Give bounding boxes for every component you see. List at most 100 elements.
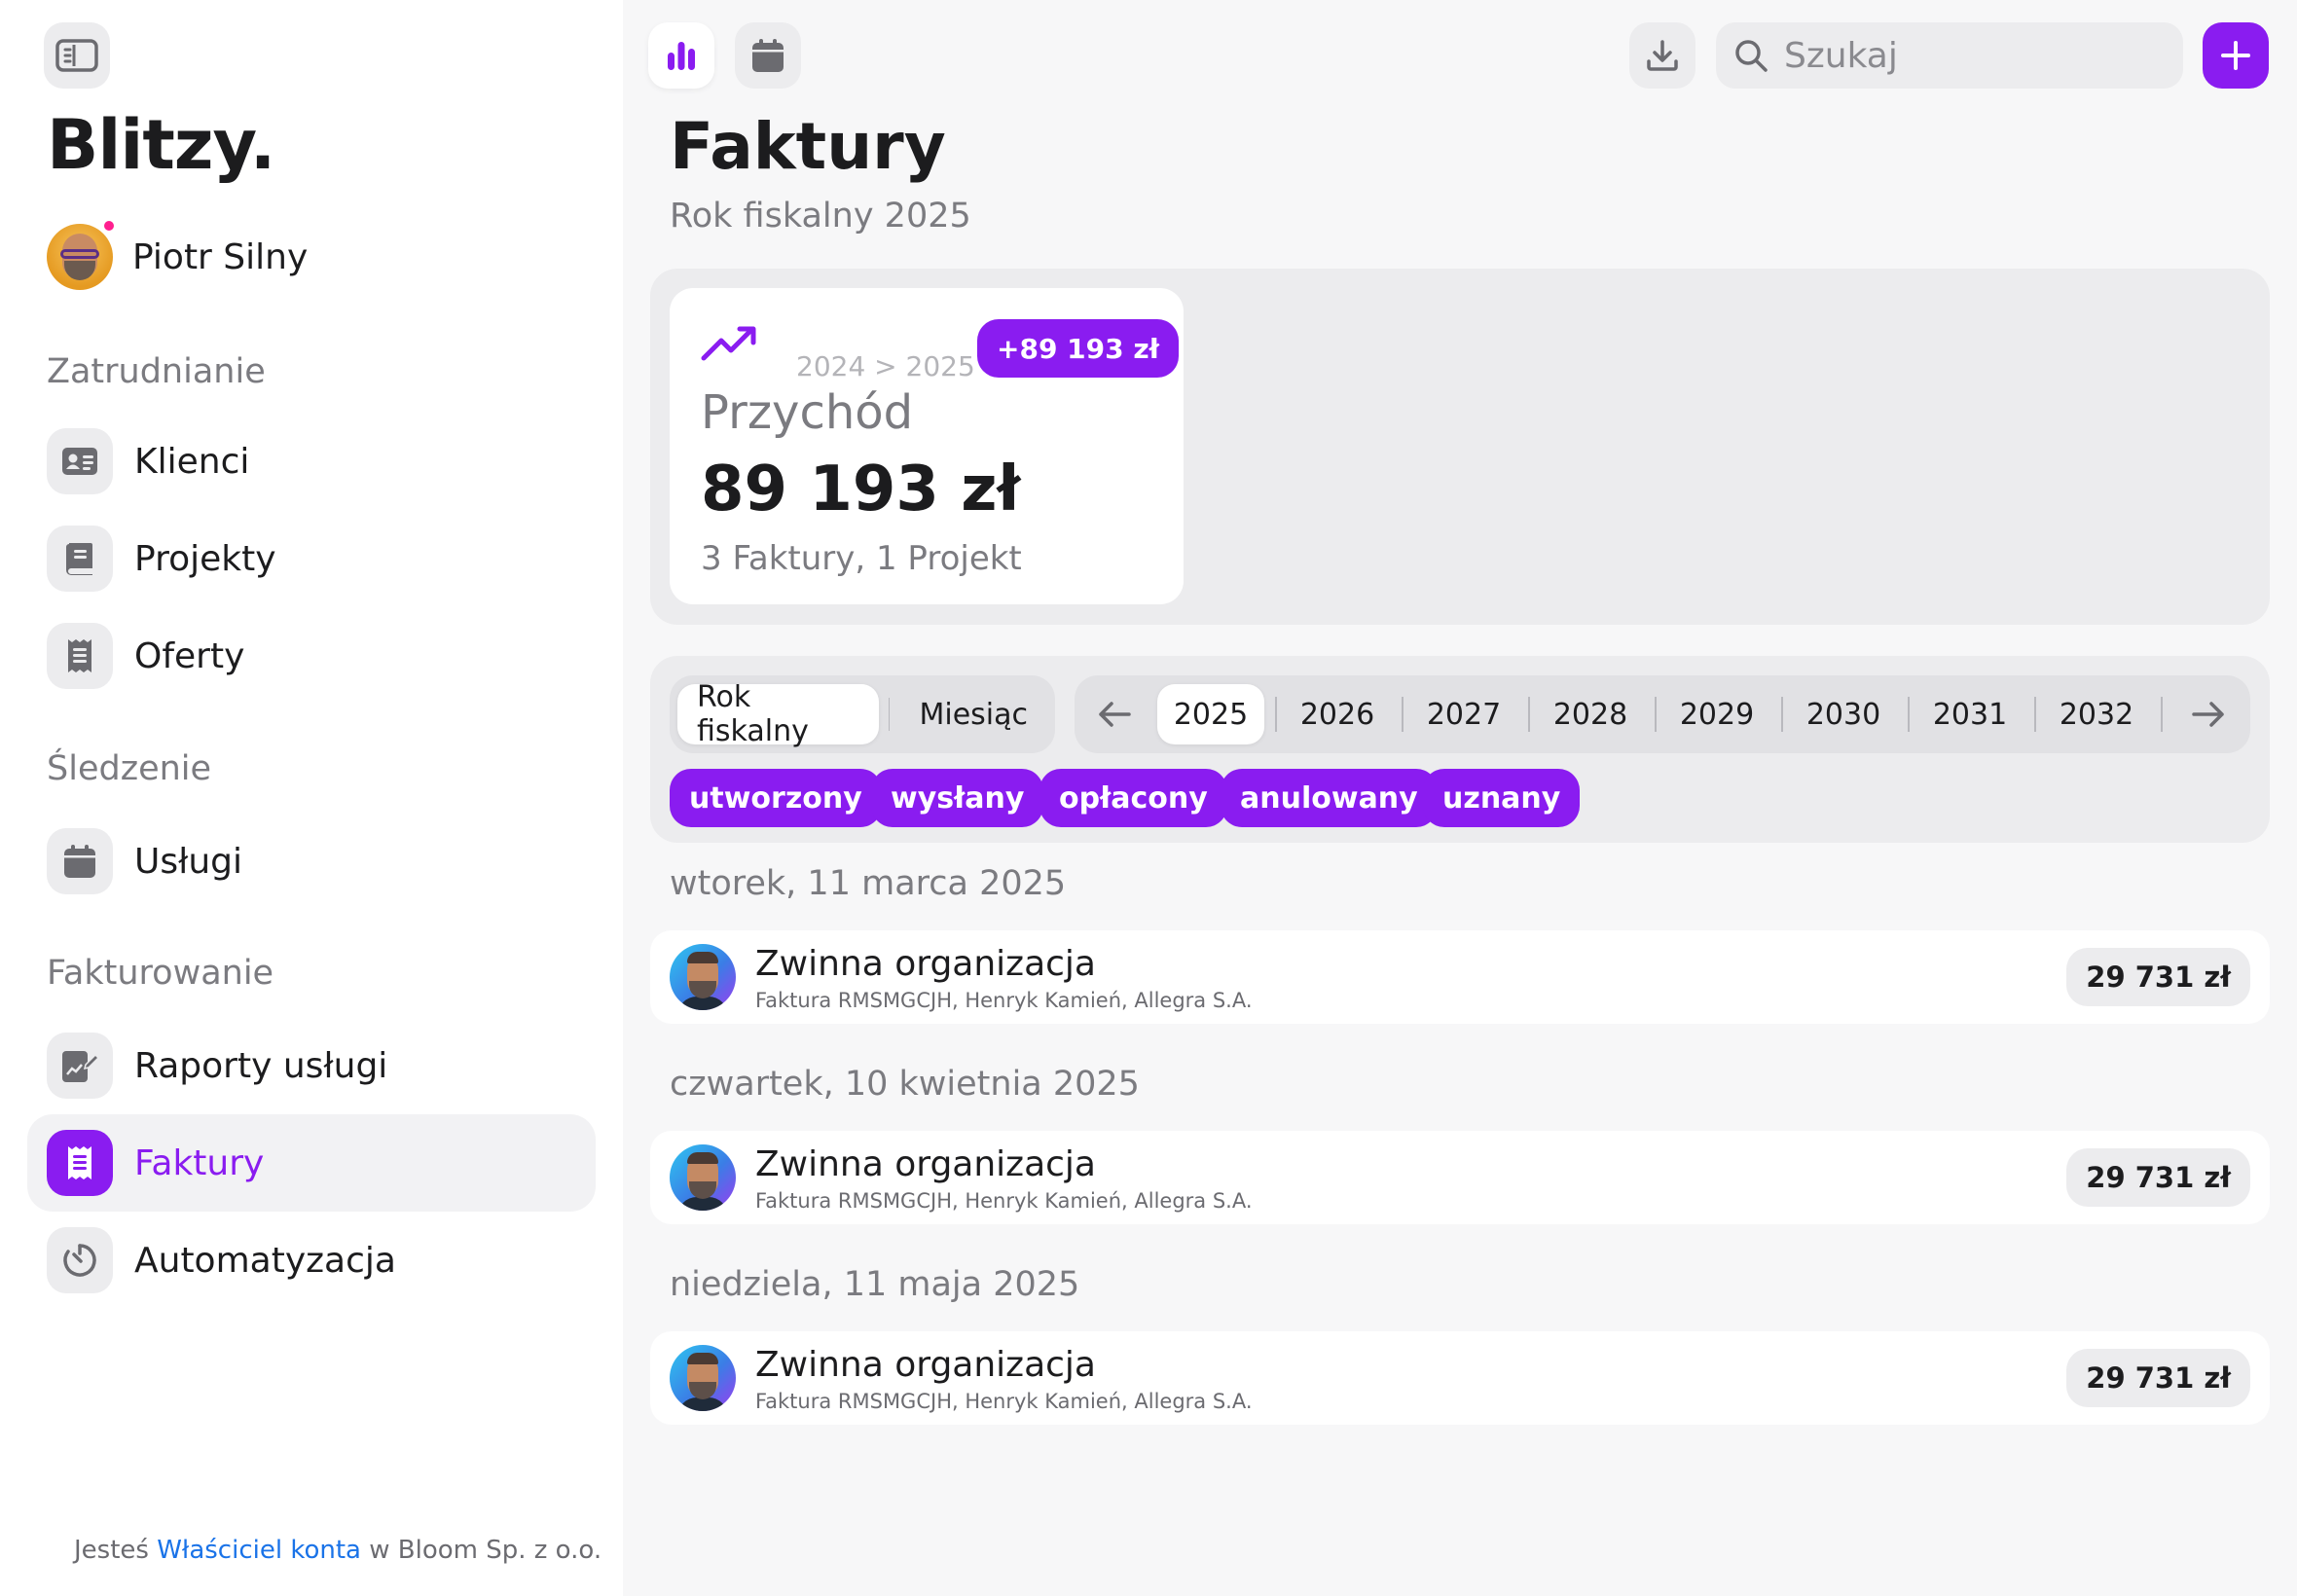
divider [1528, 697, 1530, 732]
status-chip-created[interactable]: utworzony [670, 769, 882, 827]
search-icon [1735, 40, 1768, 72]
receipt-icon [47, 1130, 113, 1196]
sidebar-item-label: Oferty [134, 635, 245, 676]
divider [1655, 697, 1657, 732]
invoice-details: Faktura RMSMGCJH, Henryk Kamień, Allegra… [755, 989, 1253, 1012]
status-chip-cancelled[interactable]: anulowany [1221, 769, 1438, 827]
arrow-right-icon [2192, 702, 2224, 727]
sidebar-item-label: Faktury [134, 1143, 265, 1183]
year-2031[interactable]: 2031 [1916, 684, 2024, 744]
divider [1908, 697, 1910, 732]
avatar [47, 218, 117, 290]
status-chip-accepted[interactable]: uznany [1423, 769, 1581, 827]
brand-logo: Blitzy. [47, 105, 275, 185]
stat-value: 89 193 zł [701, 453, 1021, 526]
section-label-hiring: Zatrudnianie [47, 352, 266, 391]
invoice-details: Faktura RMSMGCJH, Henryk Kamień, Allegra… [755, 1390, 1253, 1413]
notification-dot [101, 218, 117, 234]
sidebar-item-projects[interactable]: Projekty [27, 510, 596, 607]
sidebar-item-invoices[interactable]: Faktury [27, 1114, 596, 1212]
sidebar-item-clients[interactable]: Klienci [27, 413, 596, 510]
account-role-link[interactable]: Właściciel konta [157, 1536, 361, 1565]
stat-subtext: 3 Faktury, 1 Projekt [701, 539, 1022, 578]
invoice-row[interactable]: Zwinna organizacja Faktura RMSMGCJH, Hen… [650, 1331, 2270, 1425]
user-profile[interactable]: Piotr Silny [47, 218, 308, 290]
sidebar-item-label: Klienci [134, 441, 250, 482]
plus-icon [2221, 41, 2250, 70]
calendar-icon [752, 39, 784, 72]
stat-label: Przychód [701, 385, 914, 440]
report-edit-icon [47, 1033, 113, 1099]
divider [1402, 697, 1404, 732]
invoice-amount: 29 731 zł [2066, 1349, 2250, 1407]
date-heading: niedziela, 11 maja 2025 [670, 1265, 1080, 1304]
year-2026[interactable]: 2026 [1284, 684, 1391, 744]
divider [2034, 697, 2036, 732]
stat-change-badge: +89 193 zł [977, 319, 1180, 378]
sidebar-item-label: Usługi [134, 841, 243, 882]
avatar [670, 1345, 736, 1411]
page-subtitle: Rok fiskalny 2025 [670, 197, 971, 236]
date-heading: wtorek, 11 marca 2025 [670, 864, 1067, 903]
year-2025[interactable]: 2025 [1157, 684, 1264, 744]
sidebar-item-label: Raporty usługi [134, 1045, 388, 1086]
sidebar-item-service-reports[interactable]: Raporty usługi [27, 1017, 596, 1114]
download-button[interactable] [1629, 22, 1695, 89]
year-2028[interactable]: 2028 [1537, 684, 1644, 744]
search-box[interactable] [1716, 22, 2183, 89]
avatar [670, 944, 736, 1010]
tab-fiscal-year[interactable]: Rok fiskalny [677, 680, 879, 748]
sidebar-item-automation[interactable]: Automatyzacja [27, 1212, 596, 1309]
page-title: Faktury [670, 109, 946, 184]
divider [1275, 697, 1277, 732]
divider [1781, 697, 1783, 732]
arrow-left-icon [1099, 702, 1131, 727]
revenue-card[interactable]: 2024 > 2025 +89 193 zł Przychód 89 193 z… [670, 288, 1184, 604]
stat-range: 2024 > 2025 [796, 350, 975, 382]
section-label-billing: Fakturowanie [47, 954, 274, 993]
document-list-icon [47, 623, 113, 689]
year-2029[interactable]: 2029 [1663, 684, 1770, 744]
invoice-amount: 29 731 zł [2066, 1148, 2250, 1207]
sidebar-item-label: Projekty [134, 538, 276, 579]
invoice-amount: 29 731 zł [2066, 948, 2250, 1006]
invoice-title: Zwinna organizacja [755, 1144, 1096, 1184]
trending-up-icon [701, 326, 756, 361]
tab-month[interactable]: Miesiąc [899, 684, 1047, 744]
calendar-icon [47, 828, 113, 894]
year-2030[interactable]: 2030 [1790, 684, 1897, 744]
divider [2161, 697, 2163, 732]
sidebar-item-label: Automatyzacja [134, 1240, 396, 1281]
prev-year-button[interactable] [1086, 686, 1143, 743]
year-selector: 2025 2026 2027 2028 2029 2030 2031 2032 [1075, 675, 2250, 753]
book-icon [47, 526, 113, 592]
avatar [670, 1144, 736, 1211]
sidebar-item-offers[interactable]: Oferty [27, 607, 596, 705]
search-input[interactable] [1784, 35, 2154, 76]
status-chip-paid[interactable]: opłacony [1039, 769, 1227, 827]
next-year-button[interactable] [2180, 686, 2237, 743]
sidebar-toggle-button[interactable] [44, 22, 110, 89]
sidebar-toggle-icon [55, 39, 98, 72]
sidebar-item-services[interactable]: Usługi [27, 813, 596, 910]
invoice-title: Zwinna organizacja [755, 944, 1096, 984]
calendar-view-button[interactable] [735, 22, 801, 89]
chart-view-button[interactable] [648, 22, 714, 89]
account-footer: Jesteś Właściciel konta w Bloom Sp. z o.… [74, 1536, 602, 1565]
filter-panel: Rok fiskalny Miesiąc 2025 2026 2027 2028… [650, 656, 2270, 843]
add-button[interactable] [2203, 22, 2269, 89]
contact-card-icon [47, 428, 113, 494]
year-2027[interactable]: 2027 [1410, 684, 1517, 744]
invoice-row[interactable]: Zwinna organizacja Faktura RMSMGCJH, Hen… [650, 930, 2270, 1024]
invoice-details: Faktura RMSMGCJH, Henryk Kamień, Allegra… [755, 1189, 1253, 1213]
invoice-row[interactable]: Zwinna organizacja Faktura RMSMGCJH, Hen… [650, 1131, 2270, 1224]
section-label-tracking: Śledzenie [47, 749, 212, 788]
download-icon [1647, 40, 1678, 71]
divider [888, 698, 891, 731]
period-segmented-control: Rok fiskalny Miesiąc [670, 675, 1055, 753]
invoice-title: Zwinna organizacja [755, 1345, 1096, 1385]
year-2032[interactable]: 2032 [2043, 684, 2150, 744]
date-heading: czwartek, 10 kwietnia 2025 [670, 1065, 1140, 1104]
footer-suffix: w Bloom Sp. z o.o. [369, 1536, 602, 1565]
status-chip-sent[interactable]: wysłany [871, 769, 1044, 827]
